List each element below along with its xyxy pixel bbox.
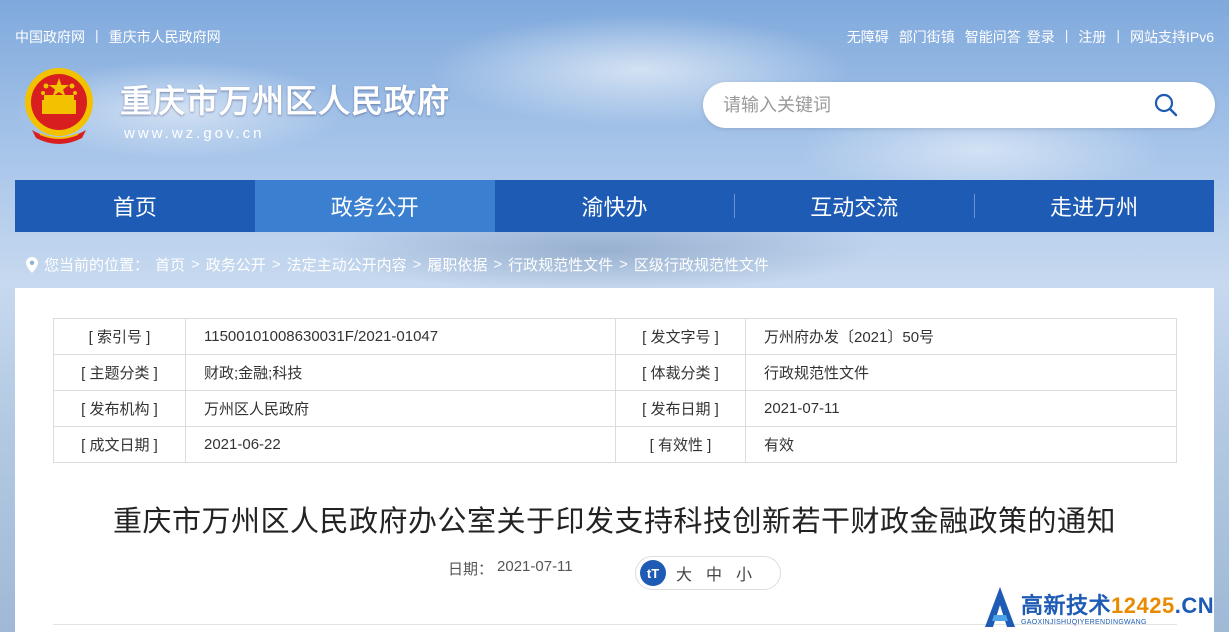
top-right-links: 无障碍 部门街镇 智能问答 登录 | 注册 | 网站支持IPv6 bbox=[847, 27, 1214, 47]
breadcrumb-item-normative-docs[interactable]: 行政规范性文件 bbox=[508, 254, 613, 275]
separator: | bbox=[95, 27, 99, 43]
document-title: 重庆市万州区人民政府办公室关于印发支持科技创新若干财政金融政策的通知 bbox=[112, 506, 1116, 538]
nav-home[interactable]: 首页 bbox=[15, 180, 255, 232]
meta-key-written-date: [ 成文日期 ] bbox=[53, 426, 186, 463]
watermark-brand: 高新技术12425.CN bbox=[1021, 588, 1214, 620]
meta-value-genre: 行政规范性文件 bbox=[745, 354, 1177, 391]
table-row: [ 成文日期 ] 2021-06-22 [ 有效性 ] 有效 bbox=[53, 426, 1177, 463]
watermark-brand-tld: .CN bbox=[1174, 593, 1215, 618]
main-nav: 首页 政务公开 渝快办 互动交流 走进万州 bbox=[15, 180, 1214, 232]
breadcrumb-arrow: > bbox=[412, 256, 422, 273]
meta-key-publisher: [ 发布机构 ] bbox=[53, 390, 186, 427]
font-size-small[interactable]: 小 bbox=[736, 561, 752, 585]
publish-dateline: 日期： 2021-07-11 bbox=[448, 558, 573, 579]
table-row: [ 索引号 ] 11500101008630031F/2021-01047 [ … bbox=[53, 318, 1177, 355]
top-utility-bar: 中国政府网 | 重庆市人民政府网 无障碍 部门街镇 智能问答 登录 | 注册 |… bbox=[15, 27, 1214, 47]
breadcrumb-prefix: 您当前的位置： bbox=[44, 257, 150, 274]
link-china-gov[interactable]: 中国政府网 bbox=[15, 27, 85, 47]
font-size-icon: tT bbox=[640, 560, 666, 586]
nav-yukuaiban[interactable]: 渝快办 bbox=[495, 180, 735, 232]
font-size-switcher: tT 大 中 小 bbox=[635, 556, 781, 590]
table-row: [ 主题分类 ] 财政;金融;科技 [ 体裁分类 ] 行政规范性文件 bbox=[53, 354, 1177, 391]
link-accessibility[interactable]: 无障碍 bbox=[847, 27, 889, 47]
separator: | bbox=[1116, 27, 1120, 43]
breadcrumb-item-basis[interactable]: 履职依据 bbox=[427, 254, 487, 275]
separator: | bbox=[1064, 27, 1069, 43]
search-box bbox=[703, 82, 1215, 128]
breadcrumb-arrow: > bbox=[271, 256, 281, 273]
breadcrumb-item-statutory[interactable]: 法定主动公开内容 bbox=[287, 254, 407, 275]
link-smart-qa[interactable]: 智能问答 bbox=[965, 27, 1021, 47]
meta-value-validity: 有效 bbox=[745, 426, 1177, 463]
meta-value-index: 11500101008630031F/2021-01047 bbox=[185, 318, 616, 355]
meta-key-doc-number: [ 发文字号 ] bbox=[615, 318, 746, 355]
breadcrumb-item-home[interactable]: 首页 bbox=[155, 254, 185, 275]
breadcrumb: 您当前的位置： 首页 > 政务公开 > 法定主动公开内容 > 履职依据 > 行政… bbox=[26, 254, 769, 275]
nav-interaction[interactable]: 互动交流 bbox=[734, 180, 974, 232]
search-icon[interactable] bbox=[1153, 92, 1179, 118]
breadcrumb-arrow: > bbox=[191, 256, 200, 273]
breadcrumb-arrow: > bbox=[619, 256, 628, 273]
nav-about-wanzhou[interactable]: 走进万州 bbox=[974, 180, 1214, 232]
meta-key-genre: [ 体裁分类 ] bbox=[615, 354, 746, 391]
meta-value-doc-number: 万州府办发〔2021〕50号 bbox=[745, 318, 1177, 355]
table-row: [ 发布机构 ] 万州区人民政府 [ 发布日期 ] 2021-07-11 bbox=[53, 390, 1177, 427]
site-title[interactable]: 重庆市万州区人民政府 bbox=[120, 76, 450, 122]
watermark-text: 高新技术12425.CN GAOXINJISHUQIYERENDINGWANG bbox=[1021, 588, 1214, 626]
watermark-a-logo-icon bbox=[985, 587, 1015, 627]
watermark-sub: GAOXINJISHUQIYERENDINGWANG bbox=[1021, 619, 1147, 626]
font-size-medium[interactable]: 中 bbox=[706, 561, 722, 585]
breadcrumb-item-gov-affairs[interactable]: 政务公开 bbox=[206, 254, 266, 275]
watermark-logo: 高新技术12425.CN GAOXINJISHUQIYERENDINGWANG bbox=[983, 583, 1214, 631]
nav-government-affairs[interactable]: 政务公开 bbox=[254, 180, 495, 232]
meta-key-validity: [ 有效性 ] bbox=[615, 426, 746, 463]
date-value: 2021-07-11 bbox=[497, 558, 573, 575]
watermark-brand-text: 高新技术 bbox=[1021, 593, 1112, 618]
location-pin-icon bbox=[26, 256, 38, 273]
meta-key-topic: [ 主题分类 ] bbox=[53, 354, 186, 391]
breadcrumb-item-district-docs[interactable]: 区级行政规范性文件 bbox=[634, 254, 769, 275]
date-label: 日期： bbox=[448, 561, 494, 578]
search-input[interactable] bbox=[723, 90, 1143, 120]
document-meta-table: [ 索引号 ] 11500101008630031F/2021-01047 [ … bbox=[53, 318, 1177, 463]
breadcrumb-arrow: > bbox=[493, 256, 503, 273]
font-size-large[interactable]: 大 bbox=[676, 561, 692, 585]
link-departments[interactable]: 部门街镇 bbox=[899, 27, 955, 47]
content-panel: [ 索引号 ] 11500101008630031F/2021-01047 [ … bbox=[15, 288, 1214, 632]
top-left-links: 中国政府网 | 重庆市人民政府网 bbox=[15, 27, 221, 47]
national-emblem-icon[interactable] bbox=[22, 64, 96, 144]
meta-key-publish-date: [ 发布日期 ] bbox=[615, 390, 746, 427]
watermark-brand-num: 12425 bbox=[1111, 593, 1175, 618]
meta-value-publish-date: 2021-07-11 bbox=[745, 390, 1177, 427]
meta-value-publisher: 万州区人民政府 bbox=[185, 390, 616, 427]
link-login[interactable]: 登录 bbox=[1027, 27, 1055, 47]
meta-key-index: [ 索引号 ] bbox=[53, 318, 186, 355]
site-url: www.wz.gov.cn bbox=[124, 125, 265, 142]
link-chongqing-gov[interactable]: 重庆市人民政府网 bbox=[109, 27, 221, 47]
ipv6-support: 网站支持IPv6 bbox=[1129, 29, 1214, 45]
link-register[interactable]: 注册 bbox=[1078, 27, 1106, 47]
meta-value-written-date: 2021-06-22 bbox=[185, 426, 616, 463]
meta-value-topic: 财政;金融;科技 bbox=[185, 354, 616, 391]
